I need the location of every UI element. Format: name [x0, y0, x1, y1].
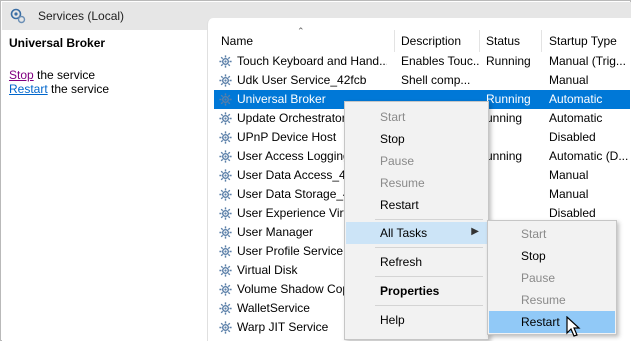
status-cell: Running	[486, 54, 531, 68]
menu-separator	[375, 305, 483, 306]
gear-icon	[218, 225, 233, 240]
menu-item-properties[interactable]: Properties	[346, 280, 487, 302]
action-stop-line: Stop the service	[9, 68, 95, 82]
column-divider[interactable]	[394, 30, 395, 52]
startup-type-cell: Manual	[549, 73, 589, 87]
gear-icon	[218, 92, 233, 107]
gear-icon	[218, 187, 233, 202]
startup-type-cell: Manual (Trig...	[549, 54, 626, 68]
submenu-item-resume[interactable]: Resume	[489, 289, 615, 311]
startup-type-cell: Automatic	[549, 111, 603, 125]
startup-type-cell: Automatic	[549, 92, 603, 106]
table-row[interactable]: Udk User Service_42fcb Shell comp... Manua…	[214, 71, 630, 90]
menu-item-label: Refresh	[380, 255, 423, 269]
menu-separator	[375, 219, 483, 220]
column-header-startup-type[interactable]: Startup Type	[549, 34, 617, 52]
gear-icon	[218, 73, 233, 88]
menu-item-label: Restart	[380, 198, 419, 212]
menu-item-pause[interactable]: Pause	[346, 150, 487, 172]
menu-item-label: Properties	[380, 284, 440, 298]
selected-service-name: Universal Broker	[9, 36, 106, 50]
context-menu: Start Stop Pause Resume Restart All Task…	[344, 101, 489, 340]
gear-icon	[218, 54, 233, 69]
submenu-item-restart[interactable]: Restart	[489, 311, 615, 333]
table-row[interactable]: Touch Keyboard and Hand... Enables Touc..…	[214, 52, 630, 71]
menu-item-label: Resume	[521, 293, 566, 307]
menu-item-label: Help	[380, 313, 405, 327]
chevron-right-icon: ▶	[471, 226, 479, 237]
menu-item-help[interactable]: Help	[346, 309, 487, 331]
status-cell: unning	[486, 149, 523, 163]
startup-type-cell: Automatic (D...	[549, 149, 629, 163]
gear-icon	[218, 130, 233, 145]
services-icon	[10, 8, 26, 24]
menu-item-restart[interactable]: Restart	[346, 194, 487, 216]
action-restart-line: Restart the service	[9, 82, 109, 96]
gear-icon	[218, 149, 233, 164]
menu-item-label: All Tasks	[380, 226, 428, 240]
service-name-cell: Touch Keyboard and Hand...	[237, 54, 387, 68]
status-cell: Running	[486, 92, 531, 106]
details-pane: Universal Broker Stop the service Restar…	[2, 30, 207, 341]
menu-item-label: Restart	[521, 315, 560, 329]
sort-up-arrow-icon: ⌃	[297, 26, 305, 36]
window-title: Services (Local)	[38, 9, 125, 23]
stop-service-link[interactable]: Stop	[9, 68, 34, 82]
menu-item-label: Start	[521, 227, 547, 241]
column-header-status[interactable]: Status	[486, 34, 520, 52]
action-text: the service	[47, 82, 110, 96]
startup-type-cell: Disabled	[549, 130, 596, 144]
gear-icon	[218, 320, 233, 335]
menu-item-label: Start	[380, 110, 406, 124]
restart-service-link[interactable]: Restart	[9, 82, 48, 96]
menu-item-label: Pause	[380, 154, 415, 168]
menu-item-label: Resume	[380, 176, 425, 190]
startup-type-cell: Manual	[549, 187, 589, 201]
menu-item-resume[interactable]: Resume	[346, 172, 487, 194]
all-tasks-submenu: Start Stop Pause Resume Restart	[487, 220, 617, 335]
column-header-name[interactable]: Name	[221, 34, 253, 52]
column-divider[interactable]	[479, 30, 480, 52]
menu-item-stop[interactable]: Stop	[346, 128, 487, 150]
column-divider[interactable]	[541, 30, 542, 52]
gear-icon	[218, 244, 233, 259]
gear-icon	[218, 206, 233, 221]
startup-type-cell: Manual	[549, 168, 589, 182]
gear-icon	[218, 168, 233, 183]
menu-separator	[375, 247, 483, 248]
gear-icon	[218, 301, 233, 316]
gear-icon	[218, 263, 233, 278]
menu-separator	[375, 276, 483, 277]
description-cell: Enables Touc...	[401, 54, 479, 68]
startup-type-cell: Disabled	[549, 206, 596, 220]
submenu-item-pause[interactable]: Pause	[489, 267, 615, 289]
submenu-item-start[interactable]: Start	[489, 223, 615, 245]
action-text: the service	[33, 68, 96, 82]
column-header-description[interactable]: Description	[401, 34, 461, 52]
description-cell: Shell comp...	[401, 73, 471, 87]
menu-item-label: Pause	[521, 271, 556, 285]
service-name-cell: Udk User Service_42fcb	[237, 73, 367, 87]
submenu-item-stop[interactable]: Stop	[489, 245, 615, 267]
menu-item-all-tasks[interactable]: All Tasks ▶	[346, 222, 487, 244]
status-cell: unning	[486, 111, 523, 125]
gear-icon	[218, 111, 233, 126]
menu-item-start[interactable]: Start	[346, 106, 487, 128]
gear-icon	[218, 282, 233, 297]
menu-item-label: Stop	[380, 132, 405, 146]
menu-item-label: Stop	[521, 249, 546, 263]
mouse-cursor-icon	[566, 316, 581, 337]
menu-item-refresh[interactable]: Refresh	[346, 251, 487, 273]
